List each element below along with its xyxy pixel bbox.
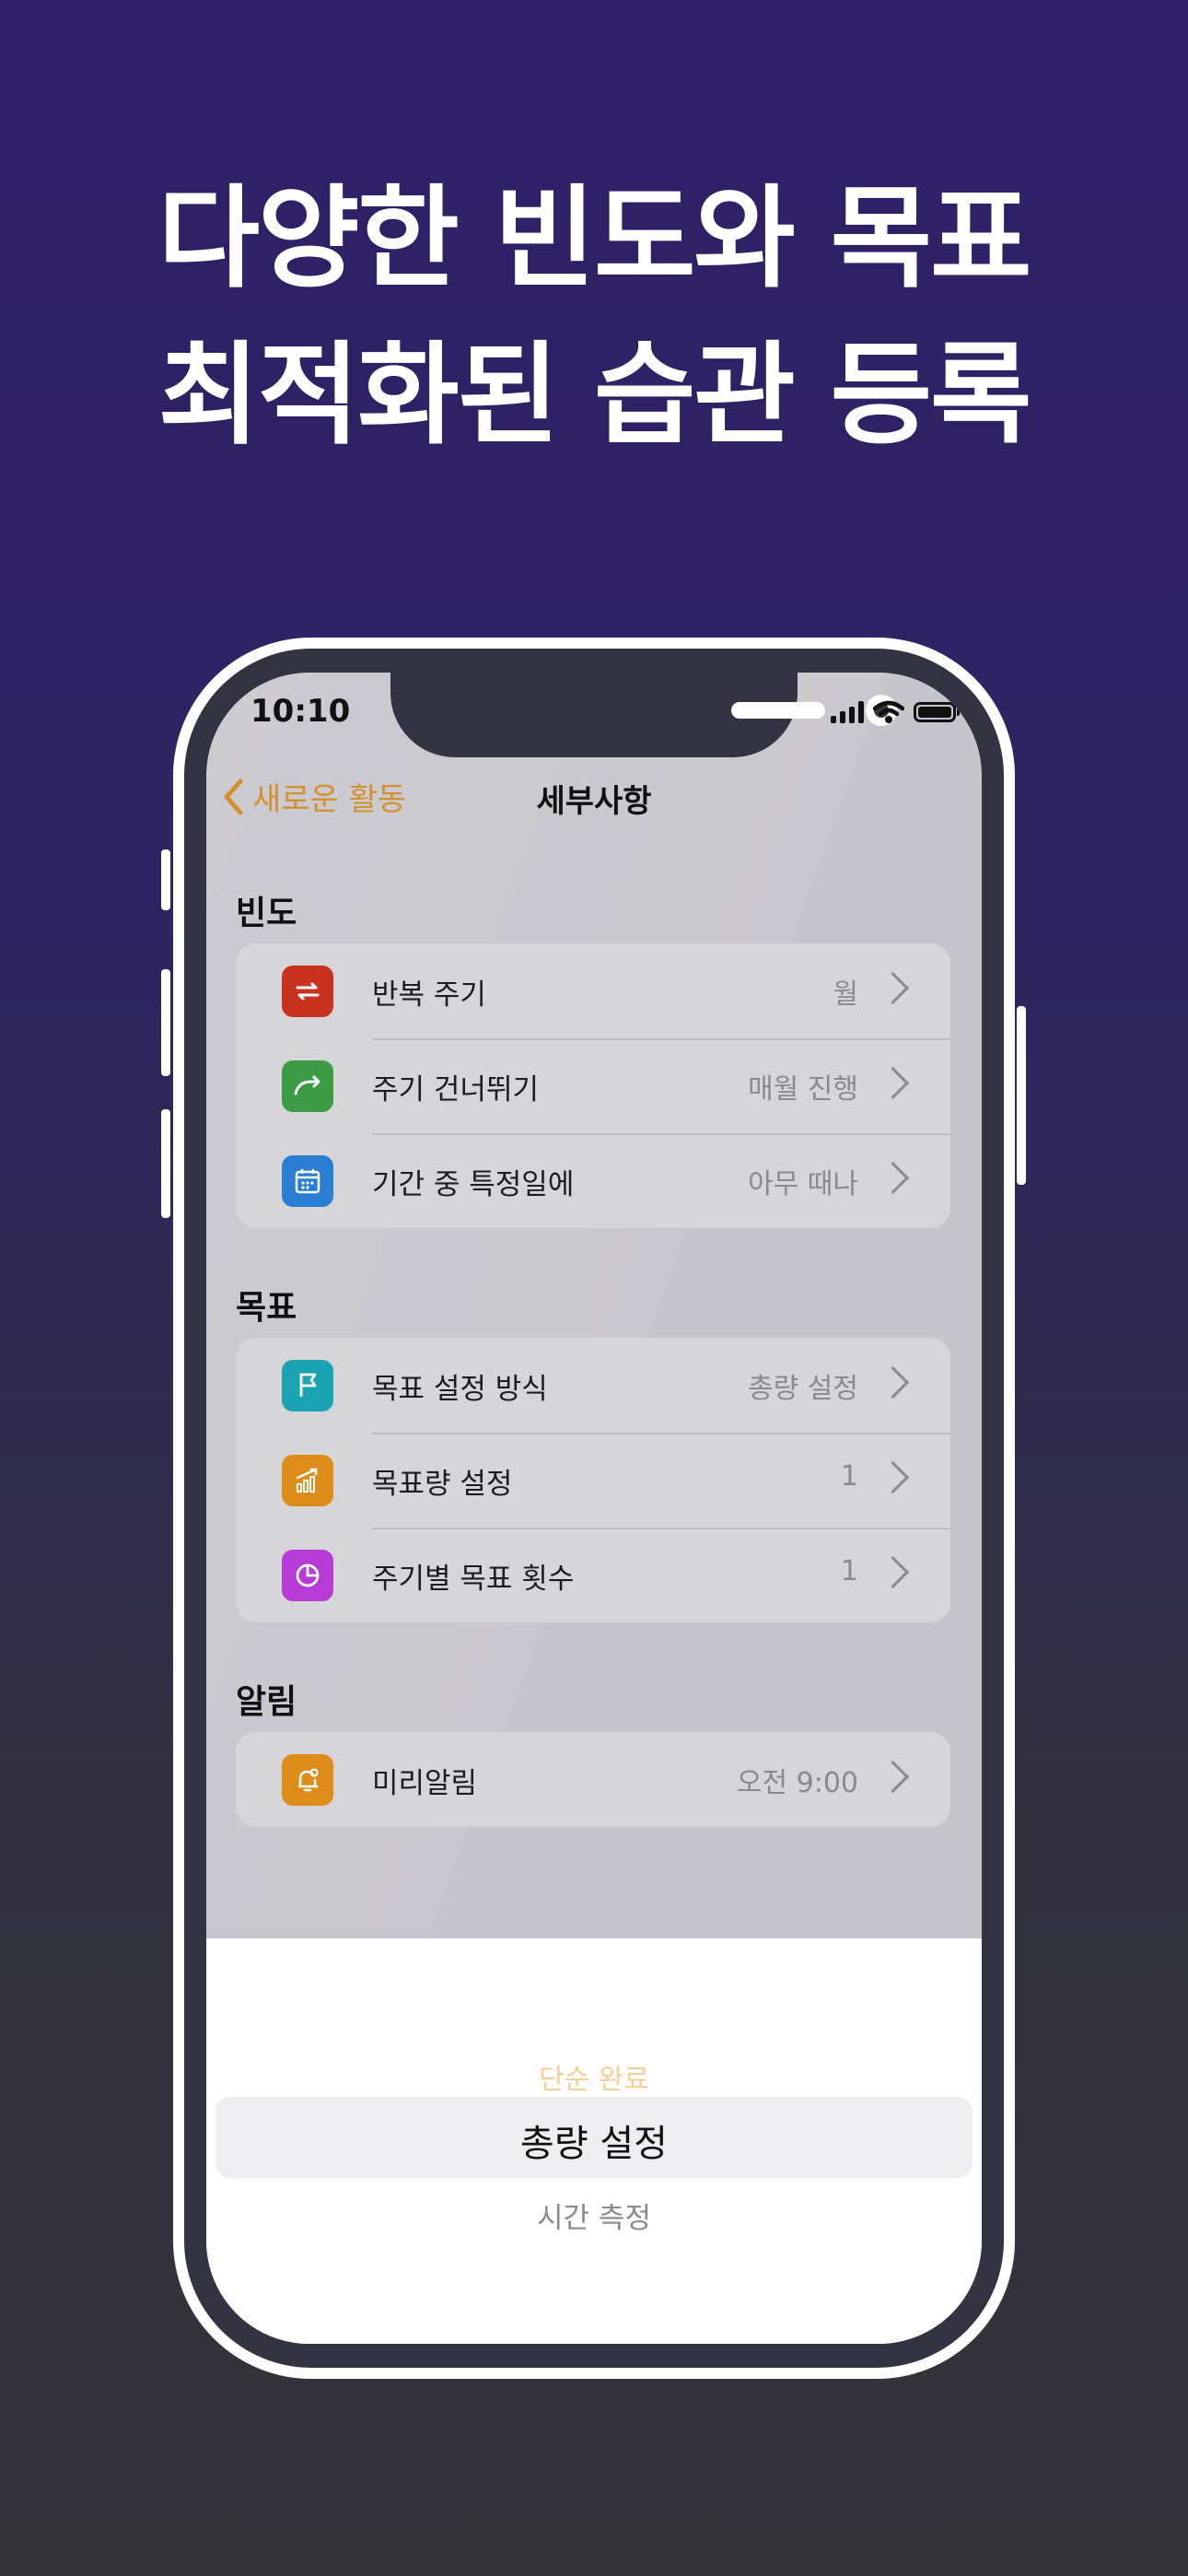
- pie-icon: [282, 1550, 333, 1601]
- row-goal-method[interactable]: 목표 설정 방식 총량 설정: [236, 1338, 950, 1433]
- cellular-signal-icon: [831, 701, 864, 723]
- picker-option-simple-complete[interactable]: 단순 완료: [206, 2056, 982, 2097]
- chart-icon: [282, 1455, 333, 1506]
- row-label: 기간 중 특정일에: [372, 1168, 575, 1201]
- picker-option-time-measure[interactable]: 시간 측정: [206, 2195, 982, 2236]
- row-value: 총량 설정: [748, 1373, 858, 1405]
- section-title-goal: 목표: [236, 1289, 297, 1327]
- row-label: 반복 주기: [372, 978, 486, 1012]
- status-icons: [831, 698, 960, 726]
- repeat-icon: [282, 966, 333, 1017]
- section-title-alert: 알림: [236, 1683, 297, 1721]
- row-label: 미리알림: [372, 1767, 478, 1800]
- row-label: 목표 설정 방식: [372, 1373, 548, 1406]
- chevron-right-icon: [876, 1760, 910, 1794]
- row-goal-count-per-cycle[interactable]: 주기별 목표 횟수 1: [236, 1528, 950, 1622]
- goal-method-picker[interactable]: 단순 완료 총량 설정 시간 측정: [206, 1938, 982, 2344]
- flag-icon: [282, 1360, 333, 1411]
- row-repeat-cycle[interactable]: 반복 주기 월: [236, 943, 950, 1038]
- skip-arrow-icon: [282, 1060, 333, 1112]
- row-label: 주기 건너뛰기: [372, 1073, 539, 1107]
- chevron-right-icon: [876, 1555, 910, 1589]
- row-value: 1: [840, 1460, 858, 1493]
- phone-screen: 10:10 새로운 활동 세부사항 빈도 반복 주기 월 주기 건너뛰기 매월 …: [206, 673, 982, 2344]
- chevron-right-icon: [876, 1161, 910, 1195]
- headline-line-1: 다양한 빈도와 목표: [157, 175, 1032, 303]
- phone-notch: [390, 673, 897, 757]
- phone-volume-down-button: [161, 1109, 170, 1218]
- row-specific-day[interactable]: 기간 중 특정일에 아무 때나: [236, 1133, 950, 1228]
- row-label: 목표량 설정: [372, 1468, 513, 1501]
- chevron-right-icon: [876, 1365, 910, 1399]
- section-title-frequency: 빈도: [236, 895, 297, 932]
- row-value: 1: [840, 1555, 858, 1587]
- row-reminder[interactable]: 미리알림 오전 9:00: [236, 1732, 950, 1827]
- battery-icon: [914, 702, 960, 722]
- frequency-group: 반복 주기 월 주기 건너뛰기 매월 진행 기간 중 특정일에 아무 때나: [236, 943, 950, 1228]
- phone-mute-switch: [161, 849, 170, 910]
- row-value: 오전 9:00: [736, 1767, 858, 1799]
- calendar-icon: [282, 1155, 333, 1207]
- phone-volume-up-button: [161, 969, 170, 1076]
- picker-option-selected[interactable]: 총량 설정: [206, 2113, 982, 2167]
- row-value: 월: [833, 978, 858, 1011]
- row-label: 주기별 목표 횟수: [372, 1563, 575, 1596]
- wifi-icon: [873, 700, 904, 723]
- status-time: 10:10: [250, 693, 351, 730]
- phone-power-button: [1017, 1006, 1026, 1185]
- page-title: 세부사항: [536, 783, 652, 820]
- chevron-right-icon: [876, 1460, 910, 1494]
- row-skip-cycle[interactable]: 주기 건너뛰기 매월 진행: [236, 1038, 950, 1133]
- row-value: 아무 때나: [748, 1168, 858, 1200]
- alert-group: 미리알림 오전 9:00: [236, 1732, 950, 1827]
- goal-group: 목표 설정 방식 총량 설정 목표량 설정 1 주기별 목표 횟수 1: [236, 1338, 950, 1622]
- headline-line-2: 최적화된 습관 등록: [157, 332, 1032, 460]
- row-goal-amount[interactable]: 목표량 설정 1: [236, 1433, 950, 1528]
- chevron-right-icon: [876, 971, 910, 1005]
- row-value: 매월 진행: [748, 1073, 858, 1106]
- bell-icon: [282, 1754, 333, 1806]
- chevron-right-icon: [876, 1066, 910, 1100]
- speaker-grille: [731, 702, 825, 719]
